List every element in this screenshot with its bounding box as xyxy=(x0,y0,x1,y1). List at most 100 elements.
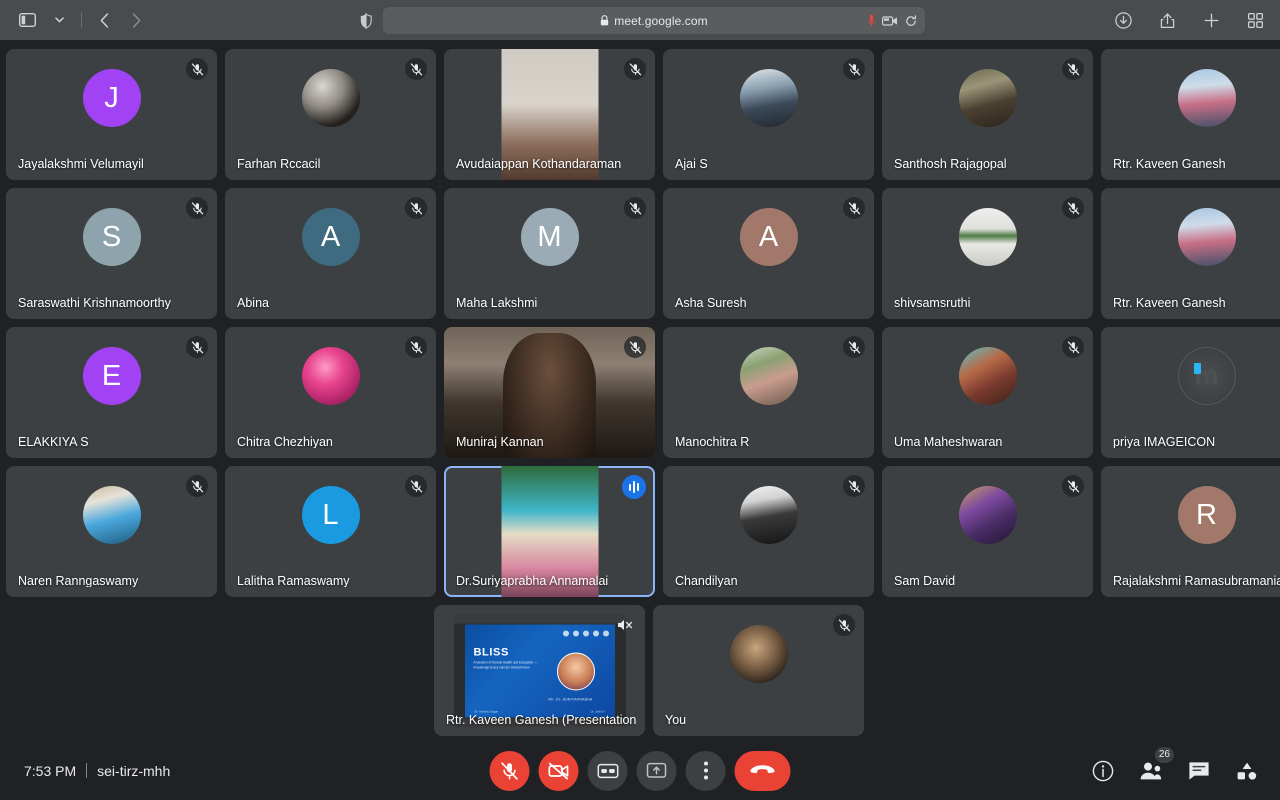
more-options-button[interactable] xyxy=(685,750,726,791)
participant-tile[interactable]: A Asha Suresh xyxy=(663,188,874,319)
participant-name: You xyxy=(665,713,687,726)
participant-tile[interactable]: Naren Ranngaswamy xyxy=(6,466,217,597)
chat-icon xyxy=(1189,761,1209,780)
leave-call-button[interactable] xyxy=(734,750,791,791)
slide-logo-row xyxy=(562,630,609,636)
microphone-muted-icon xyxy=(191,479,203,492)
participant-tile[interactable]: Rtr. Kaveen Ganesh xyxy=(1101,188,1280,319)
participant-tile[interactable]: shivsamsruthi xyxy=(882,188,1093,319)
address-bar[interactable]: meet.google.com xyxy=(383,7,925,34)
microphone-off-button[interactable] xyxy=(489,750,530,791)
participant-tile[interactable]: You xyxy=(653,605,864,736)
participant-tile[interactable]: Sam David xyxy=(882,466,1093,597)
sidebar-dropdown-icon[interactable] xyxy=(44,7,74,33)
avatar xyxy=(739,347,798,405)
mic-muted-badge xyxy=(186,197,208,219)
participant-tile[interactable]: BLISS A Session of Sexual Health and Educ… xyxy=(434,605,645,736)
avatar xyxy=(958,69,1017,127)
participant-tile[interactable]: R Rajalakshmi Ramasubramanian xyxy=(1101,466,1280,597)
audio-bar xyxy=(632,481,636,493)
mic-muted-badge xyxy=(405,475,427,497)
microphone-muted-icon xyxy=(410,62,422,75)
chat-button[interactable] xyxy=(1186,758,1212,784)
participant-name: Abina xyxy=(237,296,269,309)
participant-tile[interactable]: J Jayalakshmi Velumayil xyxy=(6,49,217,180)
avatar xyxy=(1177,69,1236,127)
avatar: J xyxy=(82,69,141,127)
avatar xyxy=(958,486,1017,544)
participant-tile[interactable]: Ajai S xyxy=(663,49,874,180)
participant-tile[interactable]: A Abina xyxy=(225,188,436,319)
downloads-icon[interactable] xyxy=(1108,8,1138,34)
address-bar-region: meet.google.com xyxy=(355,7,925,34)
microphone-muted-icon xyxy=(191,201,203,214)
participant-name: Jayalakshmi Velumayil xyxy=(18,157,144,170)
mic-muted-badge xyxy=(843,197,865,219)
participant-tile[interactable]: S Saraswathi Krishnamoorthy xyxy=(6,188,217,319)
people-button[interactable]: 26 xyxy=(1138,746,1174,784)
closed-captions-icon xyxy=(597,763,618,778)
participant-name: Lalitha Ramaswamy xyxy=(237,574,350,587)
avatar-initial: E xyxy=(101,359,122,392)
participant-tile[interactable]: Farhan Rccacil xyxy=(225,49,436,180)
participant-name: Rtr. Kaveen Ganesh xyxy=(1113,296,1226,309)
microphone-muted-icon xyxy=(1067,62,1079,75)
url-text: meet.google.com xyxy=(614,13,708,28)
meeting-stage: J Jayalakshmi Velumayil Farhan Rccacil Avud… xyxy=(0,41,1280,741)
browser-toolbar: meet.google.com xyxy=(0,0,1280,41)
audio-bar xyxy=(628,483,632,491)
microphone-off-icon xyxy=(501,761,518,780)
forward-arrow-icon[interactable] xyxy=(121,7,151,33)
slide-logo xyxy=(572,630,579,636)
plus-icon[interactable] xyxy=(1196,8,1226,34)
participant-tile[interactable]: Uma Maheshwaran xyxy=(882,327,1093,458)
presentation-slide: BLISS A Session of Sexual Health and Educ… xyxy=(464,624,615,717)
participant-tile[interactable]: Chandilyan xyxy=(663,466,874,597)
participant-tile[interactable]: L Lalitha Ramaswamy xyxy=(225,466,436,597)
participant-tile[interactable]: M Maha Lakshmi xyxy=(444,188,655,319)
participant-tile[interactable]: E ELAKKIYA S xyxy=(6,327,217,458)
microphone-muted-icon xyxy=(629,62,641,75)
participant-name: Ajai S xyxy=(675,157,708,170)
share-icon[interactable] xyxy=(1152,8,1182,34)
participant-name: Rtr. Kaveen Ganesh xyxy=(1113,157,1226,170)
camera-active-icon[interactable] xyxy=(882,15,898,27)
meeting-secondary-controls: 26 xyxy=(1090,746,1260,784)
avatar: S xyxy=(82,208,141,266)
present-screen-button[interactable] xyxy=(636,750,677,791)
privacy-shield-icon[interactable] xyxy=(355,10,377,32)
reload-icon[interactable] xyxy=(905,14,917,27)
sidebar-toggle-icon[interactable] xyxy=(12,7,42,33)
back-arrow-icon[interactable] xyxy=(89,7,119,33)
microphone-muted-icon xyxy=(848,62,860,75)
captions-button[interactable] xyxy=(587,750,628,791)
meeting-info-button[interactable] xyxy=(1090,758,1116,784)
camera-off-icon xyxy=(548,762,569,779)
avatar: E xyxy=(82,347,141,405)
participant-tile[interactable]: Dr.Suriyaprabha Annamalai xyxy=(444,466,655,597)
participant-name: Chandilyan xyxy=(675,574,738,587)
participant-tile[interactable]: Chitra Chezhiyan xyxy=(225,327,436,458)
participant-tile[interactable]: Muniraj Kannan xyxy=(444,327,655,458)
participant-tile[interactable]: m priya IMAGEICON xyxy=(1101,327,1280,458)
microphone-active-icon[interactable] xyxy=(868,14,875,27)
toolbar-divider xyxy=(81,12,82,28)
participant-tile[interactable]: Santhosh Rajagopal xyxy=(882,49,1093,180)
participant-row: J Jayalakshmi Velumayil Farhan Rccacil Avud… xyxy=(6,49,1280,180)
activities-button[interactable] xyxy=(1234,758,1260,784)
avatar: M xyxy=(520,208,579,266)
participant-row: BLISS A Session of Sexual Health and Educ… xyxy=(434,605,1274,736)
audio-bar xyxy=(636,483,640,491)
microphone-muted-icon xyxy=(848,479,860,492)
avatar-initial: S xyxy=(101,220,122,253)
url-display: meet.google.com xyxy=(600,14,708,28)
participant-tile[interactable]: Manochitra R xyxy=(663,327,874,458)
tab-overview-icon[interactable] xyxy=(1240,8,1270,34)
avatar-initial: A xyxy=(320,220,341,253)
avatar xyxy=(82,486,141,544)
participant-tile[interactable]: Avudaiappan Kothandaraman xyxy=(444,49,655,180)
camera-off-button[interactable] xyxy=(538,750,579,791)
participant-name: Uma Maheshwaran xyxy=(894,435,1003,448)
participant-tile[interactable]: Rtr. Kaveen Ganesh xyxy=(1101,49,1280,180)
avatar xyxy=(739,69,798,127)
